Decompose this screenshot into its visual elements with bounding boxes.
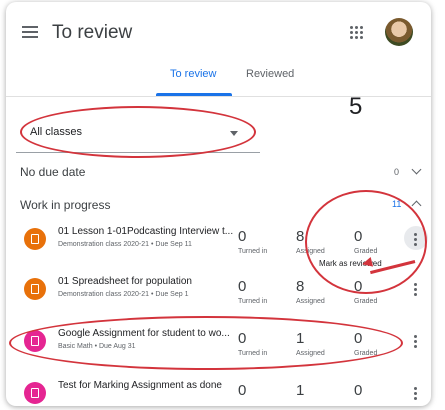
tab-to-review[interactable]: To review (170, 68, 216, 80)
context-menu: Mark as reviewed (312, 254, 394, 276)
annotation-step-number: 5 (349, 93, 363, 120)
more-vert-icon[interactable] (414, 335, 417, 349)
more-vert-icon[interactable] (414, 233, 417, 247)
turned-in-label: Turned in (238, 298, 268, 305)
section-no-due-date: No due date (20, 165, 86, 179)
more-vert-icon[interactable] (414, 283, 417, 297)
turned-in-count: 0 (238, 228, 247, 245)
turned-in-count: 0 (238, 278, 247, 295)
list-item[interactable]: Google Assignment for student to wo... B… (6, 322, 431, 364)
assigned-count: 8 (296, 228, 305, 245)
assignment-subtitle: Basic Math • Due Aug 31 (58, 343, 136, 350)
graded-count: 0 (354, 382, 363, 399)
tab-bar: To review Reviewed (6, 60, 431, 97)
section-work-in-progress: Work in progress (20, 198, 111, 212)
assignment-title[interactable]: Test for Marking Assignment as done (58, 380, 222, 391)
turned-in-label: Turned in (238, 350, 268, 357)
assignment-title[interactable]: 01 Lesson 1-01Podcasting Interview t... (58, 226, 233, 237)
assignment-icon (24, 330, 46, 352)
list-item[interactable]: 01 Spreadsheet for population Demonstrat… (6, 270, 431, 312)
assignment-subtitle: Demonstration class 2020-21 • Due Sep 1 (58, 291, 189, 298)
class-filter-select[interactable]: All classes (16, 114, 260, 153)
no-due-count: 0 (394, 167, 400, 177)
assigned-label: Assigned (296, 298, 325, 305)
assigned-label: Assigned (296, 350, 325, 357)
graded-count: 0 (354, 278, 363, 295)
graded-count: 0 (354, 330, 363, 347)
assigned-count: 8 (296, 278, 305, 295)
apps-grid-icon[interactable] (350, 26, 364, 40)
in-progress-count: 11 (392, 199, 402, 209)
assigned-count: 1 (296, 382, 305, 399)
page-title: To review (52, 22, 133, 43)
graded-label: Graded (354, 350, 378, 357)
assignment-subtitle: Demonstration class 2020-21 • Due Sep 11 (58, 241, 192, 248)
assignment-icon (24, 382, 46, 404)
turned-in-label: Turned in (238, 248, 268, 255)
graded-label: Graded (354, 298, 378, 305)
turned-in-count: 0 (238, 382, 247, 399)
tab-reviewed[interactable]: Reviewed (246, 68, 294, 80)
graded-count: 0 (354, 228, 363, 245)
class-filter-value: All classes (30, 126, 82, 138)
list-item[interactable]: Test for Marking Assignment as done 0 1 … (6, 374, 431, 406)
avatar[interactable] (385, 18, 413, 46)
app-window: To review To review Reviewed 5 All class… (6, 2, 431, 406)
assignment-icon (24, 278, 46, 300)
turned-in-count: 0 (238, 330, 247, 347)
active-tab-indicator (156, 93, 232, 96)
more-vert-icon[interactable] (414, 387, 417, 401)
dropdown-caret-icon (230, 131, 238, 136)
chevron-up-icon[interactable] (411, 200, 422, 211)
top-bar: To review (6, 2, 431, 60)
menu-icon[interactable] (22, 26, 38, 38)
assignment-icon (24, 228, 46, 250)
assignment-title[interactable]: 01 Spreadsheet for population (58, 276, 192, 287)
assignment-title[interactable]: Google Assignment for student to wo... (58, 328, 230, 339)
assigned-count: 1 (296, 330, 305, 347)
chevron-down-icon[interactable] (411, 164, 422, 175)
